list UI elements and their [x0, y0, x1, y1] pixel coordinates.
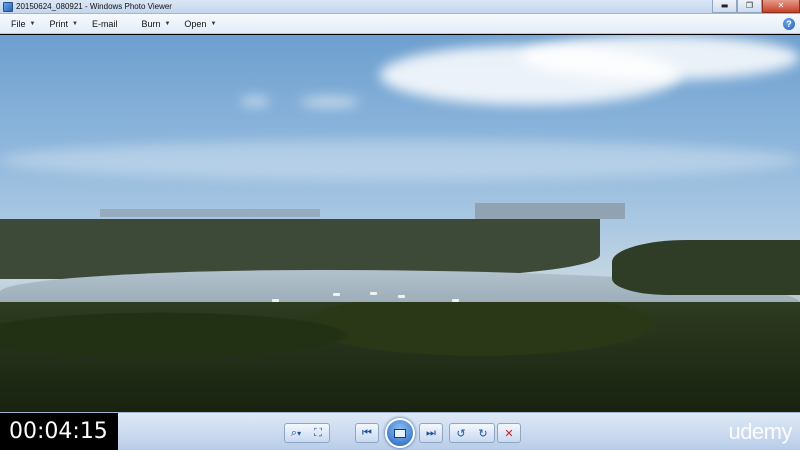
chevron-down-icon: ▼	[210, 20, 217, 27]
chevron-down-icon: ▼	[71, 20, 78, 27]
cloud	[300, 97, 360, 107]
rotate-clockwise-button[interactable]: ↻	[472, 424, 494, 442]
slideshow-button[interactable]	[385, 418, 415, 448]
chevron-down-icon: ▼	[29, 20, 36, 27]
video-timestamp: 00:04:15	[0, 413, 118, 450]
maximize-button[interactable]: ❐	[737, 0, 762, 13]
previous-group: ⏮	[355, 423, 379, 443]
title-bar: 20150624_080921 - Windows Photo Viewer ▬…	[0, 0, 800, 14]
window-title: 20150624_080921 - Windows Photo Viewer	[16, 2, 172, 11]
menu-open-label: Open	[184, 18, 207, 29]
boat	[333, 293, 340, 296]
slideshow-icon	[394, 428, 406, 438]
menu-burn[interactable]: Burn ▼	[134, 19, 177, 29]
menu-email-label: E-mail	[91, 18, 118, 29]
cloud	[240, 97, 270, 106]
chevron-down-icon: ▼	[164, 20, 171, 27]
rotate-counterclockwise-button[interactable]: ↺	[450, 424, 472, 442]
cloud	[0, 140, 800, 180]
delete-button[interactable]: ✕	[498, 424, 520, 442]
menu-print[interactable]: Print ▼	[42, 19, 84, 29]
menu-bar: File ▼ Print ▼ E-mail Burn ▼ Open ▼ ?	[0, 14, 800, 34]
menu-email[interactable]: E-mail	[85, 19, 125, 29]
close-button[interactable]: ✕	[762, 0, 800, 13]
boat	[370, 292, 377, 295]
window-controls: ▬ ❐ ✕	[712, 0, 800, 14]
chevron-down-icon: ▾	[297, 428, 302, 438]
right-shore	[612, 240, 800, 295]
menu-burn-label: Burn	[141, 18, 161, 29]
next-button[interactable]: ⏭	[420, 424, 442, 442]
photo-viewer-icon	[3, 1, 13, 12]
boat	[398, 295, 405, 298]
actual-size-button[interactable]: ⛶	[307, 424, 329, 442]
cloud	[520, 35, 800, 80]
navigation-bar: 00:04:15 ⌕ ▾ ⛶ ⏮ ⏭ ↺ ↻ ✕ udemy	[0, 412, 800, 450]
menu-open[interactable]: Open ▼	[177, 19, 223, 29]
city-skyline	[100, 209, 320, 217]
previous-button[interactable]: ⏮	[356, 424, 378, 442]
photo-display	[0, 35, 800, 412]
next-group: ⏭	[419, 423, 443, 443]
foreground-trees	[0, 302, 800, 412]
help-icon[interactable]: ?	[783, 18, 795, 30]
menu-print-label: Print	[49, 18, 68, 29]
zoom-icon[interactable]: ⌕ ▾	[285, 424, 307, 442]
minimize-button[interactable]: ▬	[712, 0, 737, 13]
rotate-group: ↺ ↻	[449, 423, 495, 443]
udemy-watermark: udemy	[728, 419, 792, 444]
zoom-group: ⌕ ▾ ⛶	[284, 423, 330, 443]
menu-file[interactable]: File ▼	[4, 19, 42, 29]
delete-group: ✕	[497, 423, 521, 443]
menu-file-label: File	[11, 18, 26, 29]
city-skyline	[475, 203, 625, 219]
